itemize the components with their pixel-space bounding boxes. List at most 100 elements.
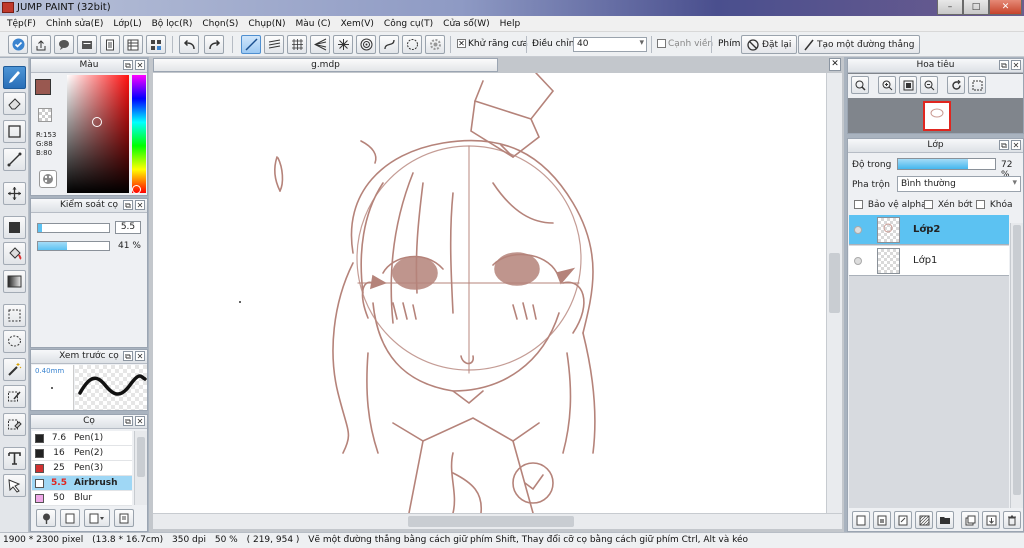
zoom-fit-button[interactable] (851, 76, 869, 94)
lock-checkbox[interactable]: Khóa (976, 200, 1013, 210)
float-icon[interactable]: ⧉ (123, 351, 133, 361)
rectangle-tool[interactable] (3, 120, 26, 143)
layer-row[interactable]: Lớp1 (849, 246, 1009, 276)
magic-wand-tool[interactable] (3, 358, 26, 381)
brush-size-value[interactable]: 5.5 (115, 221, 141, 234)
move-tool[interactable] (3, 182, 26, 205)
close-icon[interactable]: ✕ (135, 60, 145, 70)
brush-mode-button[interactable] (8, 35, 28, 54)
menu-layer[interactable]: Lớp(L) (108, 19, 146, 29)
zoom-out-button[interactable] (920, 76, 938, 94)
reset-button[interactable]: Đặt lại (741, 35, 798, 54)
select-eraser-tool[interactable] (3, 413, 26, 436)
fill-rect-tool[interactable] (3, 216, 26, 239)
brush-item-blur[interactable]: 50 Blur (32, 491, 132, 506)
brush-copy-button[interactable] (114, 509, 134, 527)
layer-list-scrollbar[interactable] (1010, 223, 1023, 508)
lasso-tool[interactable] (3, 330, 26, 353)
document-tab[interactable]: g.mdp (153, 58, 498, 72)
clip-checkbox[interactable]: Xén bớt (924, 200, 973, 210)
export-button[interactable] (31, 35, 51, 54)
close-icon[interactable]: ✕ (135, 200, 145, 210)
brush-opacity-slider[interactable] (37, 241, 110, 251)
select-pen-tool[interactable] (3, 385, 26, 408)
fit-window-button[interactable] (899, 76, 917, 94)
page-button[interactable] (100, 35, 120, 54)
primary-color-swatch[interactable] (35, 79, 51, 95)
canvas-vertical-scrollbar[interactable] (826, 73, 842, 513)
menu-color[interactable]: Màu (C) (291, 19, 336, 29)
new-tone-layer-button[interactable] (915, 511, 933, 529)
close-icon[interactable]: ✕ (1011, 60, 1021, 70)
float-icon[interactable]: ⧉ (999, 140, 1009, 150)
layer-opacity-slider[interactable] (897, 158, 996, 170)
text-tool[interactable] (3, 447, 26, 470)
visibility-icon[interactable] (854, 226, 862, 234)
menu-select[interactable]: Chọn(S) (197, 19, 243, 29)
grid-panel-button[interactable] (146, 35, 166, 54)
layer-row[interactable]: Lớp2 (849, 215, 1009, 245)
line-tool[interactable] (3, 148, 26, 171)
new-folder-button[interactable] (936, 511, 954, 529)
brush-size-slider[interactable] (37, 223, 110, 233)
gradient-tool[interactable] (3, 270, 26, 293)
menu-view[interactable]: Xem(V) (336, 19, 379, 29)
curve-ruler-button[interactable] (379, 35, 399, 54)
float-icon[interactable]: ⧉ (123, 416, 133, 426)
brush-list-scrollbar[interactable] (134, 431, 147, 505)
brush-item-airbrush[interactable]: 5.5 Airbrush (32, 476, 132, 491)
menu-help[interactable]: Help (495, 19, 526, 29)
grid-ruler-button[interactable] (287, 35, 307, 54)
bucket-tool[interactable] (3, 242, 26, 265)
perspective-ruler-button[interactable] (310, 35, 330, 54)
hue-slider[interactable] (132, 75, 146, 193)
close-button[interactable]: ✕ (989, 0, 1022, 15)
close-icon[interactable]: ✕ (135, 351, 145, 361)
blend-mode-select[interactable]: Bình thường ▾ (897, 176, 1021, 192)
zoom-in-button[interactable] (878, 76, 896, 94)
reset-view-button[interactable] (968, 76, 986, 94)
rotate-button[interactable] (947, 76, 965, 94)
menu-file[interactable]: Tệp(F) (2, 19, 41, 29)
float-icon[interactable]: ⧉ (999, 60, 1009, 70)
menu-edit[interactable]: Chỉnh sửa(E) (41, 19, 108, 29)
close-icon[interactable]: ✕ (135, 416, 145, 426)
minimize-button[interactable]: – (937, 0, 963, 15)
new-halftone-layer-button[interactable] (894, 511, 912, 529)
canvas-horizontal-scrollbar[interactable] (153, 513, 842, 529)
comment-button[interactable] (54, 35, 74, 54)
delete-layer-button[interactable] (1003, 511, 1021, 529)
saturation-value-picker[interactable] (67, 75, 129, 193)
new-brush-button[interactable] (60, 509, 80, 527)
hue-slider-handle[interactable] (132, 185, 141, 194)
rect-select-tool[interactable] (3, 304, 26, 327)
ellipse-ruler-button[interactable] (402, 35, 422, 54)
eraser-tool[interactable] (3, 92, 26, 115)
brush-tool[interactable] (3, 66, 26, 89)
color-palette-button[interactable] (39, 170, 57, 188)
operation-tool[interactable] (3, 474, 26, 497)
radial-ruler-button[interactable] (333, 35, 353, 54)
brush-menu-button[interactable] (84, 509, 110, 527)
menu-window[interactable]: Cửa sổ(W) (438, 19, 494, 29)
straight-line-ruler-button[interactable] (241, 35, 261, 54)
ruler-settings-button[interactable] (425, 35, 445, 54)
duplicate-layer-button[interactable] (961, 511, 979, 529)
maximize-button[interactable]: □ (963, 0, 989, 15)
float-icon[interactable]: ⧉ (123, 60, 133, 70)
transparent-swatch[interactable] (38, 108, 52, 122)
antialias-checkbox[interactable]: ✕ Khử răng cưa (457, 39, 528, 49)
parallel-line-ruler-button[interactable] (264, 35, 284, 54)
new-raster-layer-button[interactable] (873, 511, 891, 529)
drawing-canvas[interactable] (153, 73, 826, 513)
concentric-ruler-button[interactable] (356, 35, 376, 54)
new-layer-button[interactable] (852, 511, 870, 529)
range-checkbox[interactable]: Cạnh viền (657, 39, 713, 49)
menu-tools[interactable]: Công cụ(T) (379, 19, 438, 29)
undo-button[interactable] (179, 35, 199, 54)
menu-filter[interactable]: Bộ lọc(R) (147, 19, 198, 29)
menu-snap[interactable]: Chụp(N) (243, 19, 290, 29)
document-close-icon[interactable]: ✕ (829, 58, 841, 71)
brush-settings-button[interactable] (36, 509, 56, 527)
brush-item-pen3[interactable]: 25 Pen(3) (32, 461, 132, 476)
